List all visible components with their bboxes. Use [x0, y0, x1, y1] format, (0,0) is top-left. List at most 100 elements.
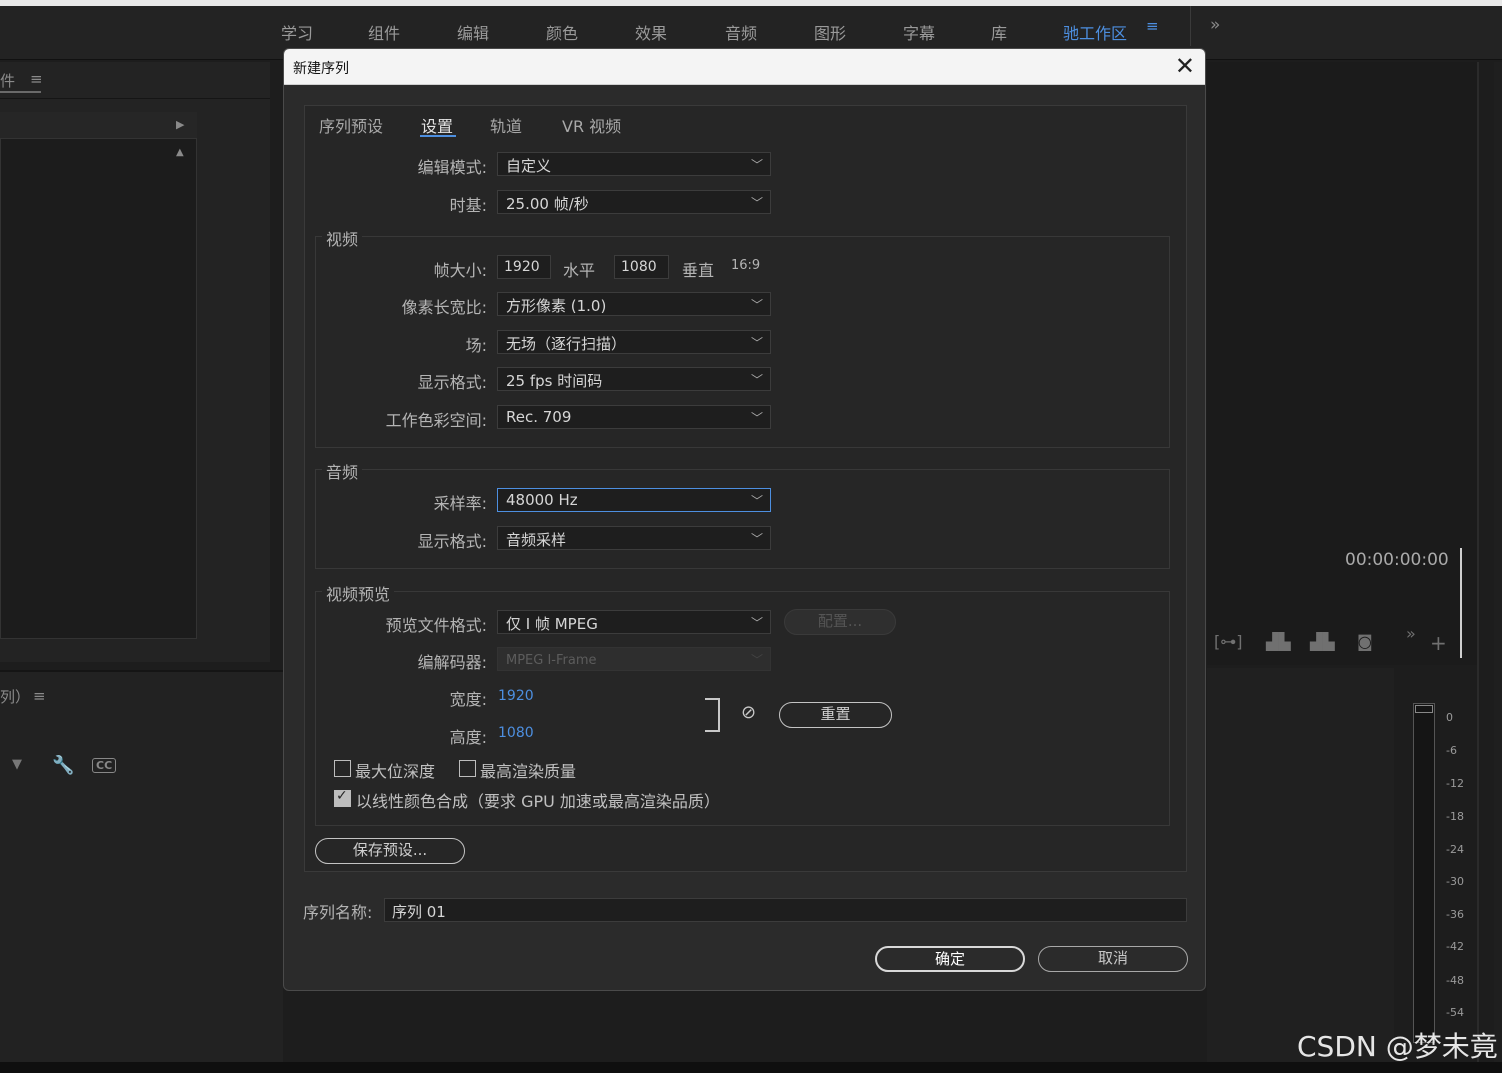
audio-meter-tick: -54 — [1446, 1006, 1464, 1019]
dialog-titlebar[interactable]: 新建序列 ✕ — [284, 49, 1205, 85]
preview-width-value[interactable]: 1920 — [498, 688, 534, 704]
fields-dropdown[interactable]: 无场（逐行扫描） ﹀ — [497, 330, 771, 354]
audio-meter-tick: -30 — [1446, 875, 1464, 888]
tab-settings[interactable]: 设置 — [421, 113, 453, 137]
sample-rate-dropdown[interactable]: 48000 Hz ﹀ — [497, 488, 771, 512]
tab-vr-video[interactable]: VR 视频 — [562, 113, 621, 137]
workspace-tab-editing[interactable]: 编辑 — [457, 20, 489, 44]
codec-value: MPEG I-Frame — [506, 653, 597, 668]
sample-rate-label: 采样率: — [433, 494, 487, 513]
wrench-icon[interactable]: 🔧 — [52, 755, 74, 776]
workspace-tab-assembly[interactable]: 组件 — [368, 20, 400, 44]
workspace-menu-icon[interactable]: ≡ — [1146, 17, 1159, 35]
preview-height-value[interactable]: 1080 — [498, 725, 534, 741]
max-bit-depth-label: 最大位深度 — [355, 762, 436, 781]
display-format-value: 25 fps 时间码 — [506, 372, 603, 390]
timeline-panel-title[interactable]: 列） — [0, 686, 30, 707]
lift-icon[interactable]: ▟▙ — [1266, 632, 1291, 651]
max-render-quality-checkbox[interactable] — [459, 760, 476, 777]
ok-button[interactable]: 确定 — [875, 946, 1025, 972]
chevron-down-icon: ﹀ — [750, 336, 763, 350]
workspace-tab-color[interactable]: 颜色 — [546, 20, 578, 44]
tools-panel — [1207, 668, 1394, 1062]
fields-value: 无场（逐行扫描） — [506, 335, 627, 353]
workspace-tab-libraries[interactable]: 库 — [991, 20, 1007, 44]
pixel-aspect-value: 方形像素 (1.0) — [506, 297, 607, 315]
audio-display-format-label: 显示格式: — [417, 532, 487, 551]
chevron-down-icon: ﹀ — [750, 158, 763, 172]
color-space-dropdown[interactable]: Rec. 709 ﹀ — [497, 405, 771, 429]
fields-label: 场: — [465, 336, 487, 355]
project-panel-title[interactable]: 件 — [0, 70, 15, 91]
video-preview-group-title: 视频预览 — [322, 581, 395, 605]
frame-height-input[interactable]: 1080 — [614, 255, 669, 279]
right-edge-panel — [1494, 62, 1502, 1062]
save-preset-button[interactable]: 保存预设... — [315, 838, 465, 864]
workspace-tab-effects[interactable]: 效果 — [635, 20, 667, 44]
audio-meter-tick: -42 — [1446, 940, 1464, 953]
timebase-dropdown[interactable]: 25.00 帧/秒 ﹀ — [497, 190, 771, 214]
display-format-label: 显示格式: — [417, 373, 487, 392]
timeline-panel-menu-icon[interactable]: ≡ — [33, 687, 46, 705]
preview-file-format-dropdown[interactable]: 仅 I 帧 MPEG ﹀ — [497, 610, 771, 634]
close-icon[interactable]: ✕ — [1175, 53, 1195, 79]
export-frame-camera-icon[interactable]: ◙ — [1357, 632, 1373, 651]
display-format-dropdown[interactable]: 25 fps 时间码 ﹀ — [497, 367, 771, 391]
audio-display-format-dropdown[interactable]: 音频采样 ﹀ — [497, 526, 771, 550]
link-bracket — [705, 698, 720, 732]
workspace-tab-custom[interactable]: 驰工作区 — [1063, 20, 1127, 44]
max-bit-depth-checkbox[interactable] — [334, 760, 351, 777]
horizontal-label: 水平 — [563, 261, 596, 280]
codec-label: 编解码器: — [417, 653, 487, 672]
workspace-overflow-icon[interactable]: » — [1210, 15, 1220, 35]
codec-dropdown[interactable]: MPEG I-Frame ﹀ — [497, 647, 771, 671]
edit-mode-value: 自定义 — [506, 157, 552, 175]
audio-group — [315, 469, 1170, 569]
chevron-down-icon: ﹀ — [750, 532, 763, 546]
bin-header-row — [0, 112, 197, 139]
cancel-button[interactable]: 取消 — [1038, 946, 1188, 972]
edit-mode-dropdown[interactable]: 自定义 ﹀ — [497, 152, 771, 176]
tab-tracks[interactable]: 轨道 — [490, 113, 522, 137]
frame-size-label: 帧大小: — [433, 261, 487, 280]
captions-cc-icon[interactable]: CC — [92, 758, 117, 773]
chevron-down-icon: ﹀ — [750, 373, 763, 387]
pixel-aspect-label: 像素长宽比: — [401, 298, 487, 317]
reset-button[interactable]: 重置 — [779, 702, 892, 728]
tab-sequence-presets[interactable]: 序列预设 — [319, 113, 383, 137]
workspace-tab-captions[interactable]: 字幕 — [903, 20, 935, 44]
max-render-quality-label: 最高渲染质量 — [480, 762, 577, 781]
add-button-icon[interactable]: + — [1430, 631, 1447, 655]
color-space-label: 工作色彩空间: — [385, 411, 487, 430]
chevron-down-icon: ﹀ — [750, 298, 763, 312]
sample-rate-value: 48000 Hz — [506, 491, 578, 509]
compare-view-icon[interactable]: [⊶] — [1214, 632, 1242, 651]
sequence-name-input[interactable]: 序列 01 — [384, 898, 1187, 922]
workspace-tab-audio[interactable]: 音频 — [725, 20, 757, 44]
chevron-down-icon: ﹀ — [750, 196, 763, 210]
active-tab-underline — [420, 135, 456, 137]
expand-arrow-icon[interactable]: ▶ — [176, 118, 184, 131]
audio-meter — [1413, 703, 1435, 1043]
program-monitor-panel — [1207, 62, 1477, 665]
aspect-ratio-text: 16:9 — [731, 258, 761, 273]
preview-file-format-value: 仅 I 帧 MPEG — [506, 615, 598, 633]
extract-icon[interactable]: ▟▙ — [1310, 632, 1335, 651]
linear-color-checkbox[interactable] — [334, 788, 351, 807]
project-panel-menu-icon[interactable]: ≡ — [30, 70, 43, 88]
scroll-up-icon[interactable]: ▲ — [176, 147, 184, 158]
audio-group-title: 音频 — [322, 459, 363, 483]
preview-height-label: 高度: — [449, 728, 487, 747]
frame-width-input[interactable]: 1920 — [497, 255, 551, 279]
pixel-aspect-dropdown[interactable]: 方形像素 (1.0) ﹀ — [497, 292, 771, 316]
workspace-tab-graphics[interactable]: 图形 — [814, 20, 846, 44]
link-icon[interactable]: ⊘ — [741, 702, 756, 723]
workspace-tab-learn[interactable]: 学习 — [281, 20, 313, 44]
video-group-title: 视频 — [322, 226, 363, 250]
audio-meter-tick: 0 — [1446, 711, 1453, 724]
overflow-icon[interactable]: » — [1406, 624, 1416, 643]
marker-icon[interactable]: ▼ — [12, 757, 22, 772]
panel-divider — [1477, 62, 1479, 1062]
bottom-status-strip — [0, 1062, 1502, 1073]
configure-button[interactable]: 配置... — [784, 609, 896, 635]
